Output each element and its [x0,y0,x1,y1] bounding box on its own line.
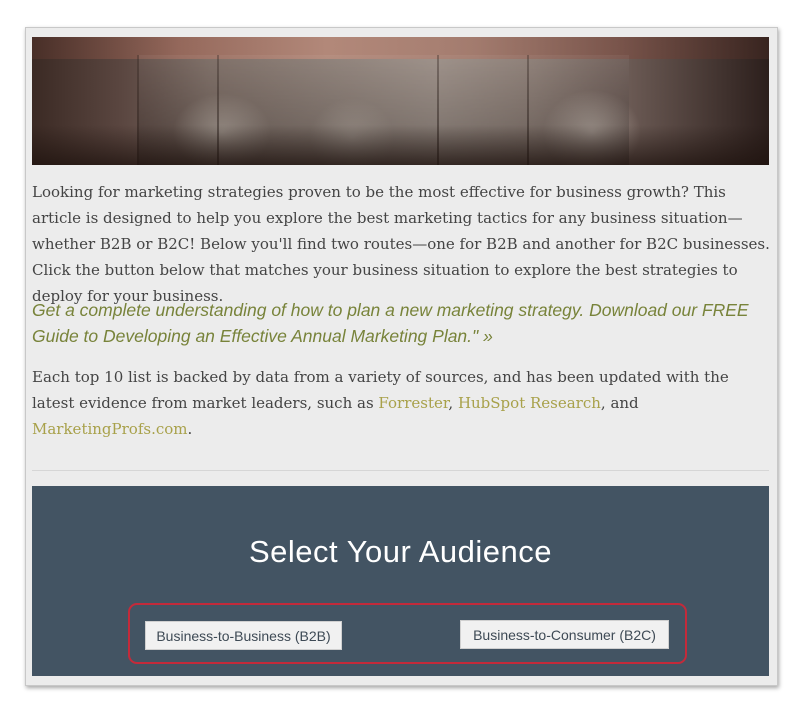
hubspot-research-link[interactable]: HubSpot Research [458,394,601,412]
divider [32,470,769,471]
content-frame: Looking for marketing strategies proven … [25,27,778,686]
hero-image [32,37,769,165]
guide-download-link[interactable]: Get a complete understanding of how to p… [32,297,772,349]
audience-title: Select Your Audience [248,534,553,569]
intro-paragraph: Looking for marketing strategies proven … [32,183,770,305]
marketingprofs-link[interactable]: MarketingProfs.com [32,420,188,438]
forrester-link[interactable]: Forrester [378,394,448,412]
sources-paragraph: Each top 10 list is backed by data from … [32,368,729,438]
b2c-button[interactable]: Business-to-Consumer (B2C) [460,620,669,649]
b2b-button[interactable]: Business-to-Business (B2B) [145,621,342,650]
audience-selector-panel: Select Your Audience Business-to-Busines… [32,486,769,676]
